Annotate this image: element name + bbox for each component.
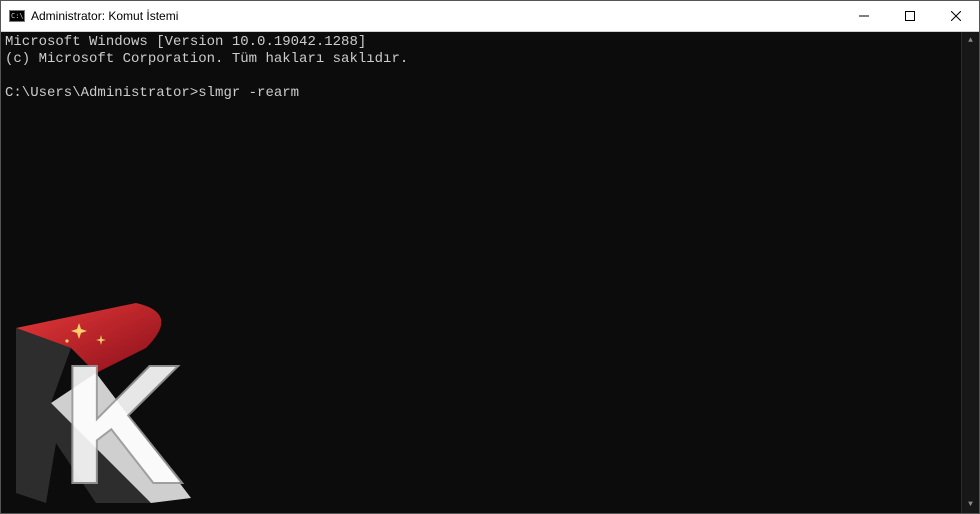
- console-output-line: (c) Microsoft Corporation. Tüm hakları s…: [5, 51, 975, 68]
- console-output-line: Microsoft Windows [Version 10.0.19042.12…: [5, 34, 975, 51]
- scrollbar-down-arrow-icon[interactable]: ▼: [962, 496, 979, 513]
- console-blank-line: [5, 68, 975, 85]
- titlebar[interactable]: C:\ Administrator: Komut İstemi: [1, 1, 979, 32]
- window-title: Administrator: Komut İstemi: [31, 9, 178, 23]
- console-command: slmgr -rearm: [198, 85, 299, 101]
- console-prompt-line: C:\Users\Administrator>slmgr -rearm: [5, 85, 975, 102]
- svg-text:C:\: C:\: [11, 12, 24, 20]
- window: C:\ Administrator: Komut İstemi Microsof…: [0, 0, 980, 514]
- minimize-button[interactable]: [841, 1, 887, 31]
- scrollbar-track[interactable]: [962, 49, 979, 496]
- close-button[interactable]: [933, 1, 979, 31]
- maximize-button[interactable]: [887, 1, 933, 31]
- console-area[interactable]: Microsoft Windows [Version 10.0.19042.12…: [1, 32, 979, 513]
- vertical-scrollbar[interactable]: ▲ ▼: [961, 32, 979, 513]
- svg-text:K: K: [61, 330, 184, 513]
- console-prompt: C:\Users\Administrator>: [5, 85, 198, 101]
- scrollbar-up-arrow-icon[interactable]: ▲: [962, 32, 979, 49]
- cmd-icon: C:\: [9, 8, 25, 24]
- watermark-logo-icon: K: [1, 293, 231, 513]
